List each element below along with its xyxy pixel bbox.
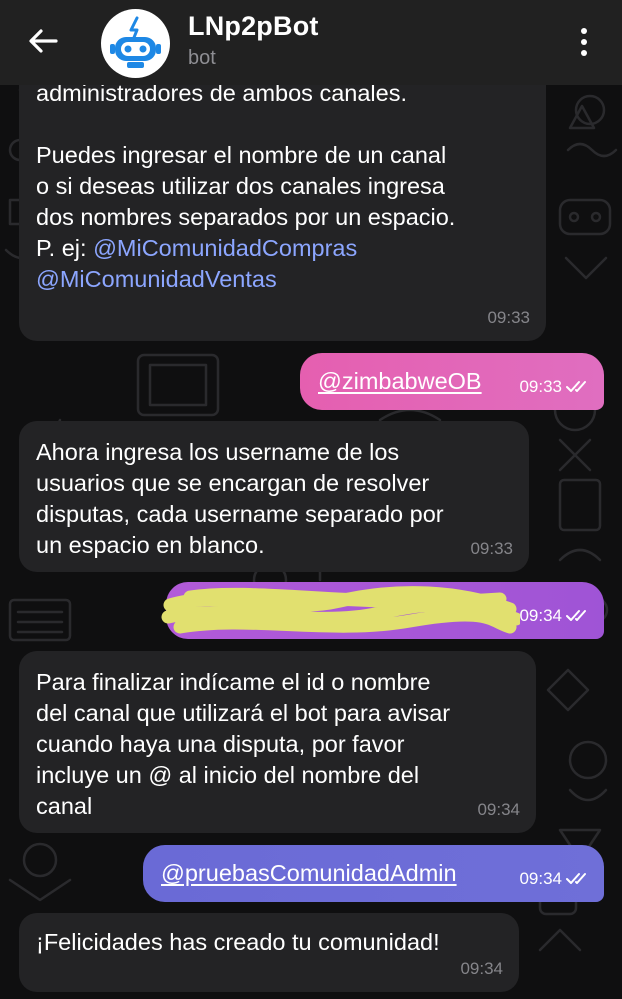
message-text: Para finalizar indícame el id o nombre d… — [36, 669, 451, 819]
message-text: Ahora ingresa los username de los usuari… — [36, 439, 444, 558]
double-check-icon — [566, 609, 586, 621]
channel-link-ventas[interactable]: @MiComunidadVentas — [36, 266, 277, 292]
chat-header: LNp2pBot bot — [0, 0, 622, 85]
message-outgoing[interactable]: @pruebasComunidadAdmin 09:34 — [143, 845, 604, 902]
message-meta: 09:34 — [519, 600, 592, 631]
message-time: 09:34 — [477, 800, 520, 819]
message-outgoing[interactable]: @zimbabweOB 09:33 — [300, 353, 604, 410]
message-meta: 09:33 — [470, 533, 513, 564]
message-incoming[interactable]: Ahora ingresa los username de los usuari… — [19, 421, 529, 572]
message-meta: 09:33 — [519, 371, 592, 402]
avatar[interactable] — [101, 9, 170, 78]
message-time: 09:34 — [460, 959, 503, 978]
message-time: 09:34 — [519, 606, 562, 625]
message-text[interactable]: @pruebasComunidadAdmin — [161, 860, 457, 886]
chat-title[interactable]: LNp2pBot — [188, 11, 319, 42]
message-meta: 09:33 — [487, 302, 530, 333]
message-meta: 09:34 — [460, 953, 503, 984]
message-text: ¡Felicidades has creado tu comunidad! — [36, 929, 440, 955]
message-incoming[interactable]: administradores de ambos canales. Puedes… — [19, 58, 546, 341]
robot-icon — [110, 16, 161, 68]
message-time: 09:34 — [519, 869, 562, 888]
message-example: P. ej: @MiComunidadCompras @MiComunidadV… — [36, 233, 528, 295]
message-meta: 09:34 — [477, 794, 520, 825]
message-time: 09:33 — [470, 539, 513, 558]
redaction-scribble — [161, 586, 520, 634]
message-incoming[interactable]: ¡Felicidades has creado tu comunidad! 09… — [19, 913, 519, 992]
arrow-left-icon[interactable] — [26, 26, 60, 56]
chat-subtitle: bot — [188, 47, 216, 69]
message-incoming[interactable]: Para finalizar indícame el id o nombre d… — [19, 651, 536, 833]
message-meta: 09:34 — [519, 863, 592, 894]
message-time: 09:33 — [487, 308, 530, 327]
message-text[interactable]: @zimbabweOB — [318, 368, 482, 394]
double-check-icon — [566, 380, 586, 392]
double-check-icon — [566, 872, 586, 884]
channel-link-compras[interactable]: @MiComunidadCompras — [93, 235, 357, 261]
message-time: 09:33 — [519, 377, 562, 396]
example-prefix: P. ej: — [36, 235, 94, 261]
more-vertical-icon[interactable] — [576, 24, 592, 60]
